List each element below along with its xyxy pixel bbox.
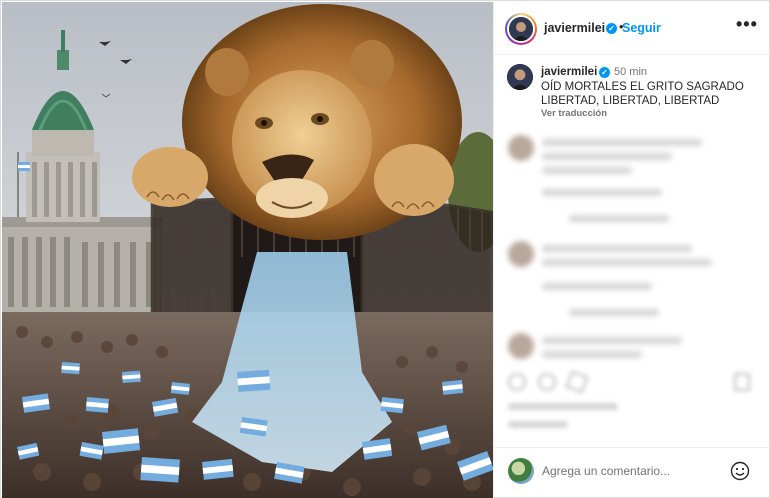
lion-cage-artwork [2, 2, 493, 498]
caption-avatar[interactable] [507, 64, 533, 90]
profile-avatar[interactable] [505, 13, 537, 45]
comment-placeholder [542, 139, 702, 146]
see-translation-link[interactable]: Ver traducción [541, 108, 607, 119]
comment-placeholder [542, 153, 672, 160]
caption-text: OÍD MORTALES EL GRITO SAGRADO LIBERTAD, … [541, 81, 744, 107]
avatar-photo [509, 17, 533, 41]
current-user-avatar [508, 458, 534, 484]
follow-button[interactable]: Seguir [622, 21, 661, 35]
more-options-icon[interactable]: ••• [736, 14, 758, 35]
comments-list-blurred [494, 127, 770, 363]
post-header: javiermilei ✓ • Seguir ••• [494, 1, 770, 55]
action-bar-blurred [494, 363, 770, 443]
save-icon[interactable] [734, 373, 750, 391]
comment-placeholder [542, 259, 712, 266]
comment-avatar [508, 241, 534, 267]
post-image[interactable] [2, 2, 493, 498]
comment-placeholder [542, 189, 662, 196]
post-sidebar: javiermilei ✓ • Seguir ••• javiermilei ✓… [493, 1, 770, 498]
caption: javiermilei ✓ 50 min OÍD MORTALES EL GRI… [494, 56, 770, 126]
comment-placeholder [542, 351, 642, 358]
comment-placeholder [569, 215, 669, 222]
like-icon[interactable] [508, 373, 526, 391]
likes-placeholder [508, 403, 618, 410]
emoji-icon[interactable] [730, 461, 750, 481]
comment-avatar [508, 135, 534, 161]
comment-placeholder [542, 337, 682, 344]
verified-badge-icon: ✓ [606, 23, 617, 34]
comment-input[interactable] [542, 462, 712, 480]
comment-placeholder [542, 167, 632, 174]
post-modal: javiermilei ✓ • Seguir ••• javiermilei ✓… [0, 0, 770, 498]
verified-badge-icon: ✓ [599, 67, 610, 78]
add-comment-bar [494, 447, 770, 498]
date-placeholder [508, 421, 568, 428]
share-icon[interactable] [565, 370, 589, 394]
comment-icon[interactable] [538, 373, 556, 391]
header-username[interactable]: javiermilei [544, 21, 605, 35]
comment-placeholder [542, 245, 692, 252]
comment-placeholder [542, 283, 652, 290]
caption-timestamp[interactable]: 50 min [614, 66, 647, 78]
comment-placeholder [569, 309, 659, 316]
comment-avatar [508, 333, 534, 359]
caption-username[interactable]: javiermilei [541, 66, 597, 78]
